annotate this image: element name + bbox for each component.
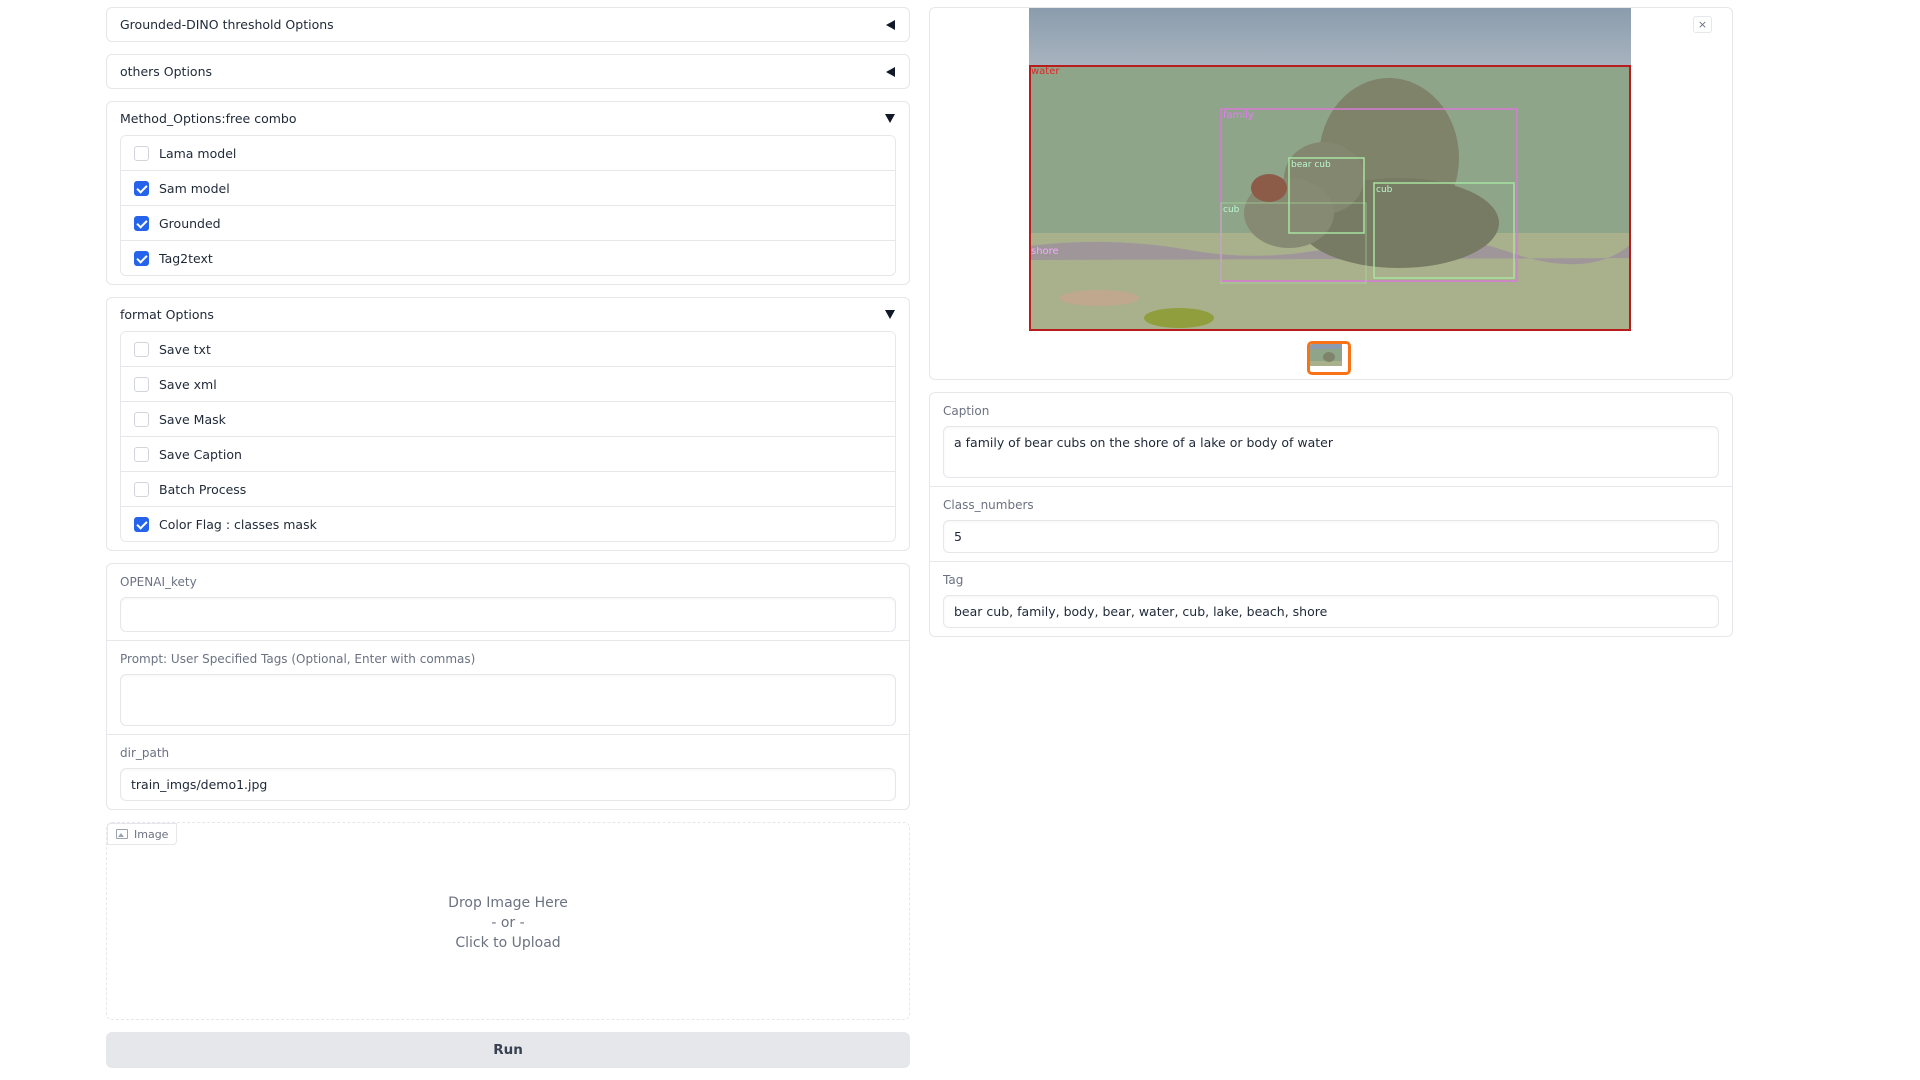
checkbox-box[interactable]	[134, 376, 149, 392]
checkbox-label: Save txt	[159, 341, 211, 357]
output-gallery: × water family bear cub cub cub shore	[929, 7, 1733, 380]
results-panel: Caption a family of bear cubs on the sho…	[929, 392, 1733, 637]
prompt-label: Prompt: User Specified Tags (Optional, E…	[120, 652, 476, 666]
checkbox-label: Grounded	[159, 215, 221, 231]
checkbox-box[interactable]	[134, 341, 149, 357]
collapsed-arrow-icon	[886, 19, 895, 30]
inputs-panel: OPENAI_kety Prompt: User Specified Tags …	[106, 563, 910, 810]
thumbnail-image	[1310, 344, 1342, 366]
tag-label: Tag	[943, 573, 964, 587]
image-upload-tag: Image	[107, 823, 178, 845]
checkbox-batch-process[interactable]: Batch Process	[121, 472, 895, 507]
format-options-accordion: format Options Save txt Save xml Save Ma…	[106, 297, 910, 551]
grounded-dino-header[interactable]: Grounded-DINO threshold Options	[107, 8, 909, 41]
checkbox-label: Sam model	[159, 180, 230, 196]
checkbox-label: Save Caption	[159, 446, 242, 462]
checkbox-save-txt[interactable]: Save txt	[121, 332, 895, 367]
close-icon[interactable]: ×	[1693, 16, 1712, 33]
label-water: water	[1031, 66, 1060, 77]
others-options-title: others Options	[120, 64, 213, 79]
expanded-arrow-icon	[885, 114, 895, 123]
run-button[interactable]: Run	[106, 1032, 910, 1068]
method-checkbox-group: Lama model Sam model Grounded Tag2text	[120, 135, 896, 276]
checkbox-grounded[interactable]: Grounded	[121, 206, 895, 241]
upload-instructions[interactable]: Drop Image Here - or - Click to Upload	[107, 893, 909, 953]
method-options-title: Method_Options:free combo	[120, 111, 297, 126]
click-upload-text: Click to Upload	[455, 935, 561, 951]
caption-textarea[interactable]: a family of bear cubs on the shore of a …	[943, 426, 1719, 478]
label-cub: cub	[1376, 185, 1393, 195]
grounded-dino-accordion[interactable]: Grounded-DINO threshold Options	[106, 7, 910, 42]
checkbox-box-checked[interactable]	[134, 250, 149, 266]
image-upload-tag-label: Image	[134, 827, 169, 841]
checkbox-box[interactable]	[134, 145, 149, 161]
segmentation-result-image[interactable]: water family bear cub cub cub shore	[1029, 8, 1631, 331]
label-bear-cub: bear cub	[1291, 160, 1331, 170]
dir-path-label: dir_path	[120, 746, 170, 760]
checkbox-box-checked[interactable]	[134, 516, 149, 532]
format-checkbox-group: Save txt Save xml Save Mask Save Caption…	[120, 331, 896, 542]
gallery-thumbnail[interactable]	[1307, 341, 1351, 375]
method-options-header[interactable]: Method_Options:free combo	[107, 102, 909, 135]
checkbox-box[interactable]	[134, 411, 149, 427]
tag-input[interactable]: bear cub, family, body, bear, water, cub…	[943, 595, 1719, 628]
class-numbers-input[interactable]: 5	[943, 520, 1719, 553]
grounded-dino-title: Grounded-DINO threshold Options	[120, 17, 334, 32]
checkbox-sam-model[interactable]: Sam model	[121, 171, 895, 206]
right-column: × water family bear cub cub cub shore Ca…	[929, 7, 1733, 649]
label-cub-2: cub	[1223, 205, 1240, 215]
class-numbers-label: Class_numbers	[943, 498, 1034, 512]
image-upload-area[interactable]: Image Drop Image Here - or - Click to Up…	[106, 822, 910, 1020]
dir-path-input[interactable]: train_imgs/demo1.jpg	[120, 768, 896, 801]
label-family: family	[1223, 110, 1254, 121]
prompt-textarea[interactable]	[120, 674, 896, 726]
class-numbers-field: Class_numbers 5	[930, 487, 1732, 562]
checkbox-label: Batch Process	[159, 481, 247, 497]
format-options-header[interactable]: format Options	[107, 298, 909, 331]
openai-key-label: OPENAI_kety	[120, 575, 197, 589]
others-options-header[interactable]: others Options	[107, 55, 909, 88]
label-shore: shore	[1031, 246, 1059, 257]
tag-field: Tag bear cub, family, body, bear, water,…	[930, 562, 1732, 636]
openai-key-input[interactable]	[120, 597, 896, 632]
checkbox-tag2text[interactable]: Tag2text	[121, 241, 895, 275]
caption-field: Caption a family of bear cubs on the sho…	[930, 393, 1732, 487]
drop-image-text: Drop Image Here	[448, 895, 568, 911]
or-text: - or -	[491, 915, 525, 931]
expanded-arrow-icon	[885, 310, 895, 319]
format-options-title: format Options	[120, 307, 214, 322]
dir-path-field: dir_path train_imgs/demo1.jpg	[107, 735, 909, 809]
checkbox-label: Lama model	[159, 145, 237, 161]
checkbox-label: Save Mask	[159, 411, 226, 427]
method-options-accordion: Method_Options:free combo Lama model Sam…	[106, 101, 910, 285]
checkbox-label: Tag2text	[159, 250, 213, 266]
checkbox-color-flag[interactable]: Color Flag : classes mask	[121, 507, 895, 541]
checkbox-box[interactable]	[134, 446, 149, 462]
image-icon	[116, 829, 128, 839]
checkbox-lama-model[interactable]: Lama model	[121, 136, 895, 171]
openai-key-field: OPENAI_kety	[107, 564, 909, 641]
others-options-accordion[interactable]: others Options	[106, 54, 910, 89]
checkbox-save-xml[interactable]: Save xml	[121, 367, 895, 402]
checkbox-box-checked[interactable]	[134, 180, 149, 196]
checkbox-save-caption[interactable]: Save Caption	[121, 437, 895, 472]
checkbox-box-checked[interactable]	[134, 215, 149, 231]
checkbox-label: Color Flag : classes mask	[159, 516, 317, 532]
checkbox-label: Save xml	[159, 376, 217, 392]
checkbox-box[interactable]	[134, 481, 149, 497]
left-column: Grounded-DINO threshold Options others O…	[106, 7, 910, 1068]
caption-label: Caption	[943, 404, 990, 418]
checkbox-save-mask[interactable]: Save Mask	[121, 402, 895, 437]
prompt-field: Prompt: User Specified Tags (Optional, E…	[107, 641, 909, 735]
collapsed-arrow-icon	[886, 66, 895, 77]
